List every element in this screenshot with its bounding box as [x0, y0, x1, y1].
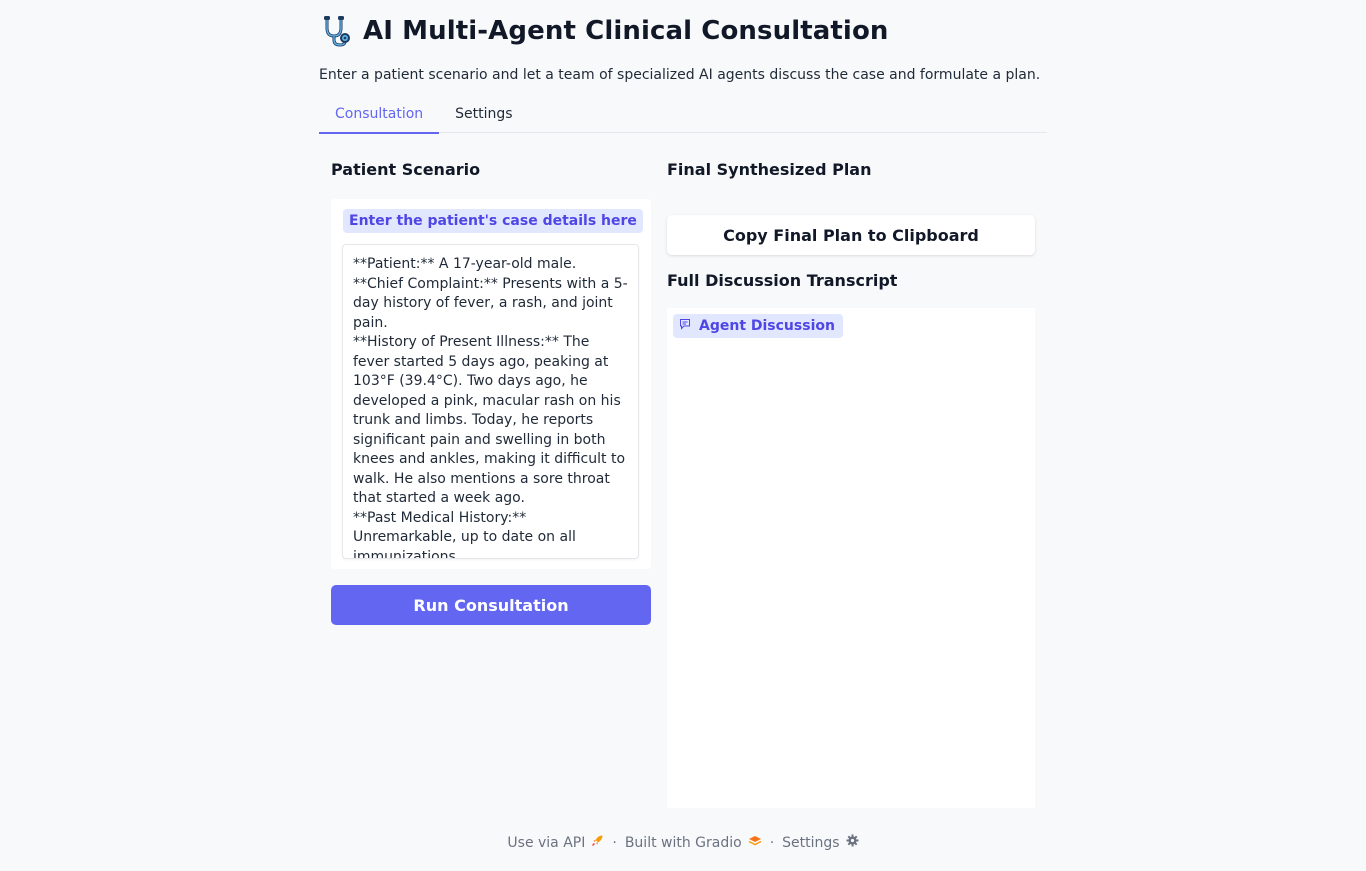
- footer-settings-label: Settings: [782, 834, 840, 851]
- page-subtitle: Enter a patient scenario and let a team …: [319, 67, 1041, 83]
- final-plan-heading: Final Synthesized Plan: [667, 160, 872, 179]
- copy-plan-button[interactable]: Copy Final Plan to Clipboard: [667, 215, 1035, 255]
- scenario-textarea[interactable]: **Patient:** A 17-year-old male. **Chief…: [342, 244, 639, 559]
- rocket-icon: [591, 834, 604, 851]
- transcript-heading: Full Discussion Transcript: [667, 271, 898, 290]
- stethoscope-icon: [319, 14, 353, 48]
- scenario-input-label: Enter the patient's case details here: [343, 209, 643, 233]
- footer-settings-link[interactable]: Settings: [782, 834, 859, 851]
- gradio-logo-icon: [748, 835, 762, 851]
- scenario-textbox-panel: Enter the patient's case details here **…: [331, 199, 651, 569]
- results-column: Final Synthesized Plan Copy Final Plan t…: [667, 160, 1035, 808]
- gradio-label: Built with Gradio: [624, 834, 742, 851]
- tab-settings[interactable]: Settings: [439, 98, 528, 132]
- run-consultation-button[interactable]: Run Consultation: [331, 585, 651, 625]
- tab-consultation[interactable]: Consultation: [319, 98, 440, 134]
- footer: Use via API · Built with Gradio · Settin…: [0, 834, 1366, 851]
- use-api-label: Use via API: [507, 834, 586, 851]
- page-header: AI Multi-Agent Clinical Consultation: [319, 14, 889, 48]
- page-title: AI Multi-Agent Clinical Consultation: [363, 16, 889, 46]
- chatbot-label-text: Agent Discussion: [699, 318, 835, 334]
- agent-discussion-chatbot[interactable]: Agent Discussion: [667, 308, 1035, 808]
- built-with-gradio-link[interactable]: Built with Gradio: [625, 835, 762, 851]
- footer-separator: ·: [612, 834, 617, 851]
- patient-scenario-heading: Patient Scenario: [331, 160, 481, 179]
- use-api-link[interactable]: Use via API: [507, 834, 604, 851]
- chatbot-label: Agent Discussion: [673, 314, 843, 338]
- chat-bubble-icon: [679, 318, 691, 334]
- tab-bar: Consultation Settings: [319, 98, 1047, 134]
- patient-scenario-column: Patient Scenario Enter the patient's cas…: [331, 160, 651, 625]
- gear-icon: [846, 834, 859, 851]
- footer-separator: ·: [769, 834, 775, 851]
